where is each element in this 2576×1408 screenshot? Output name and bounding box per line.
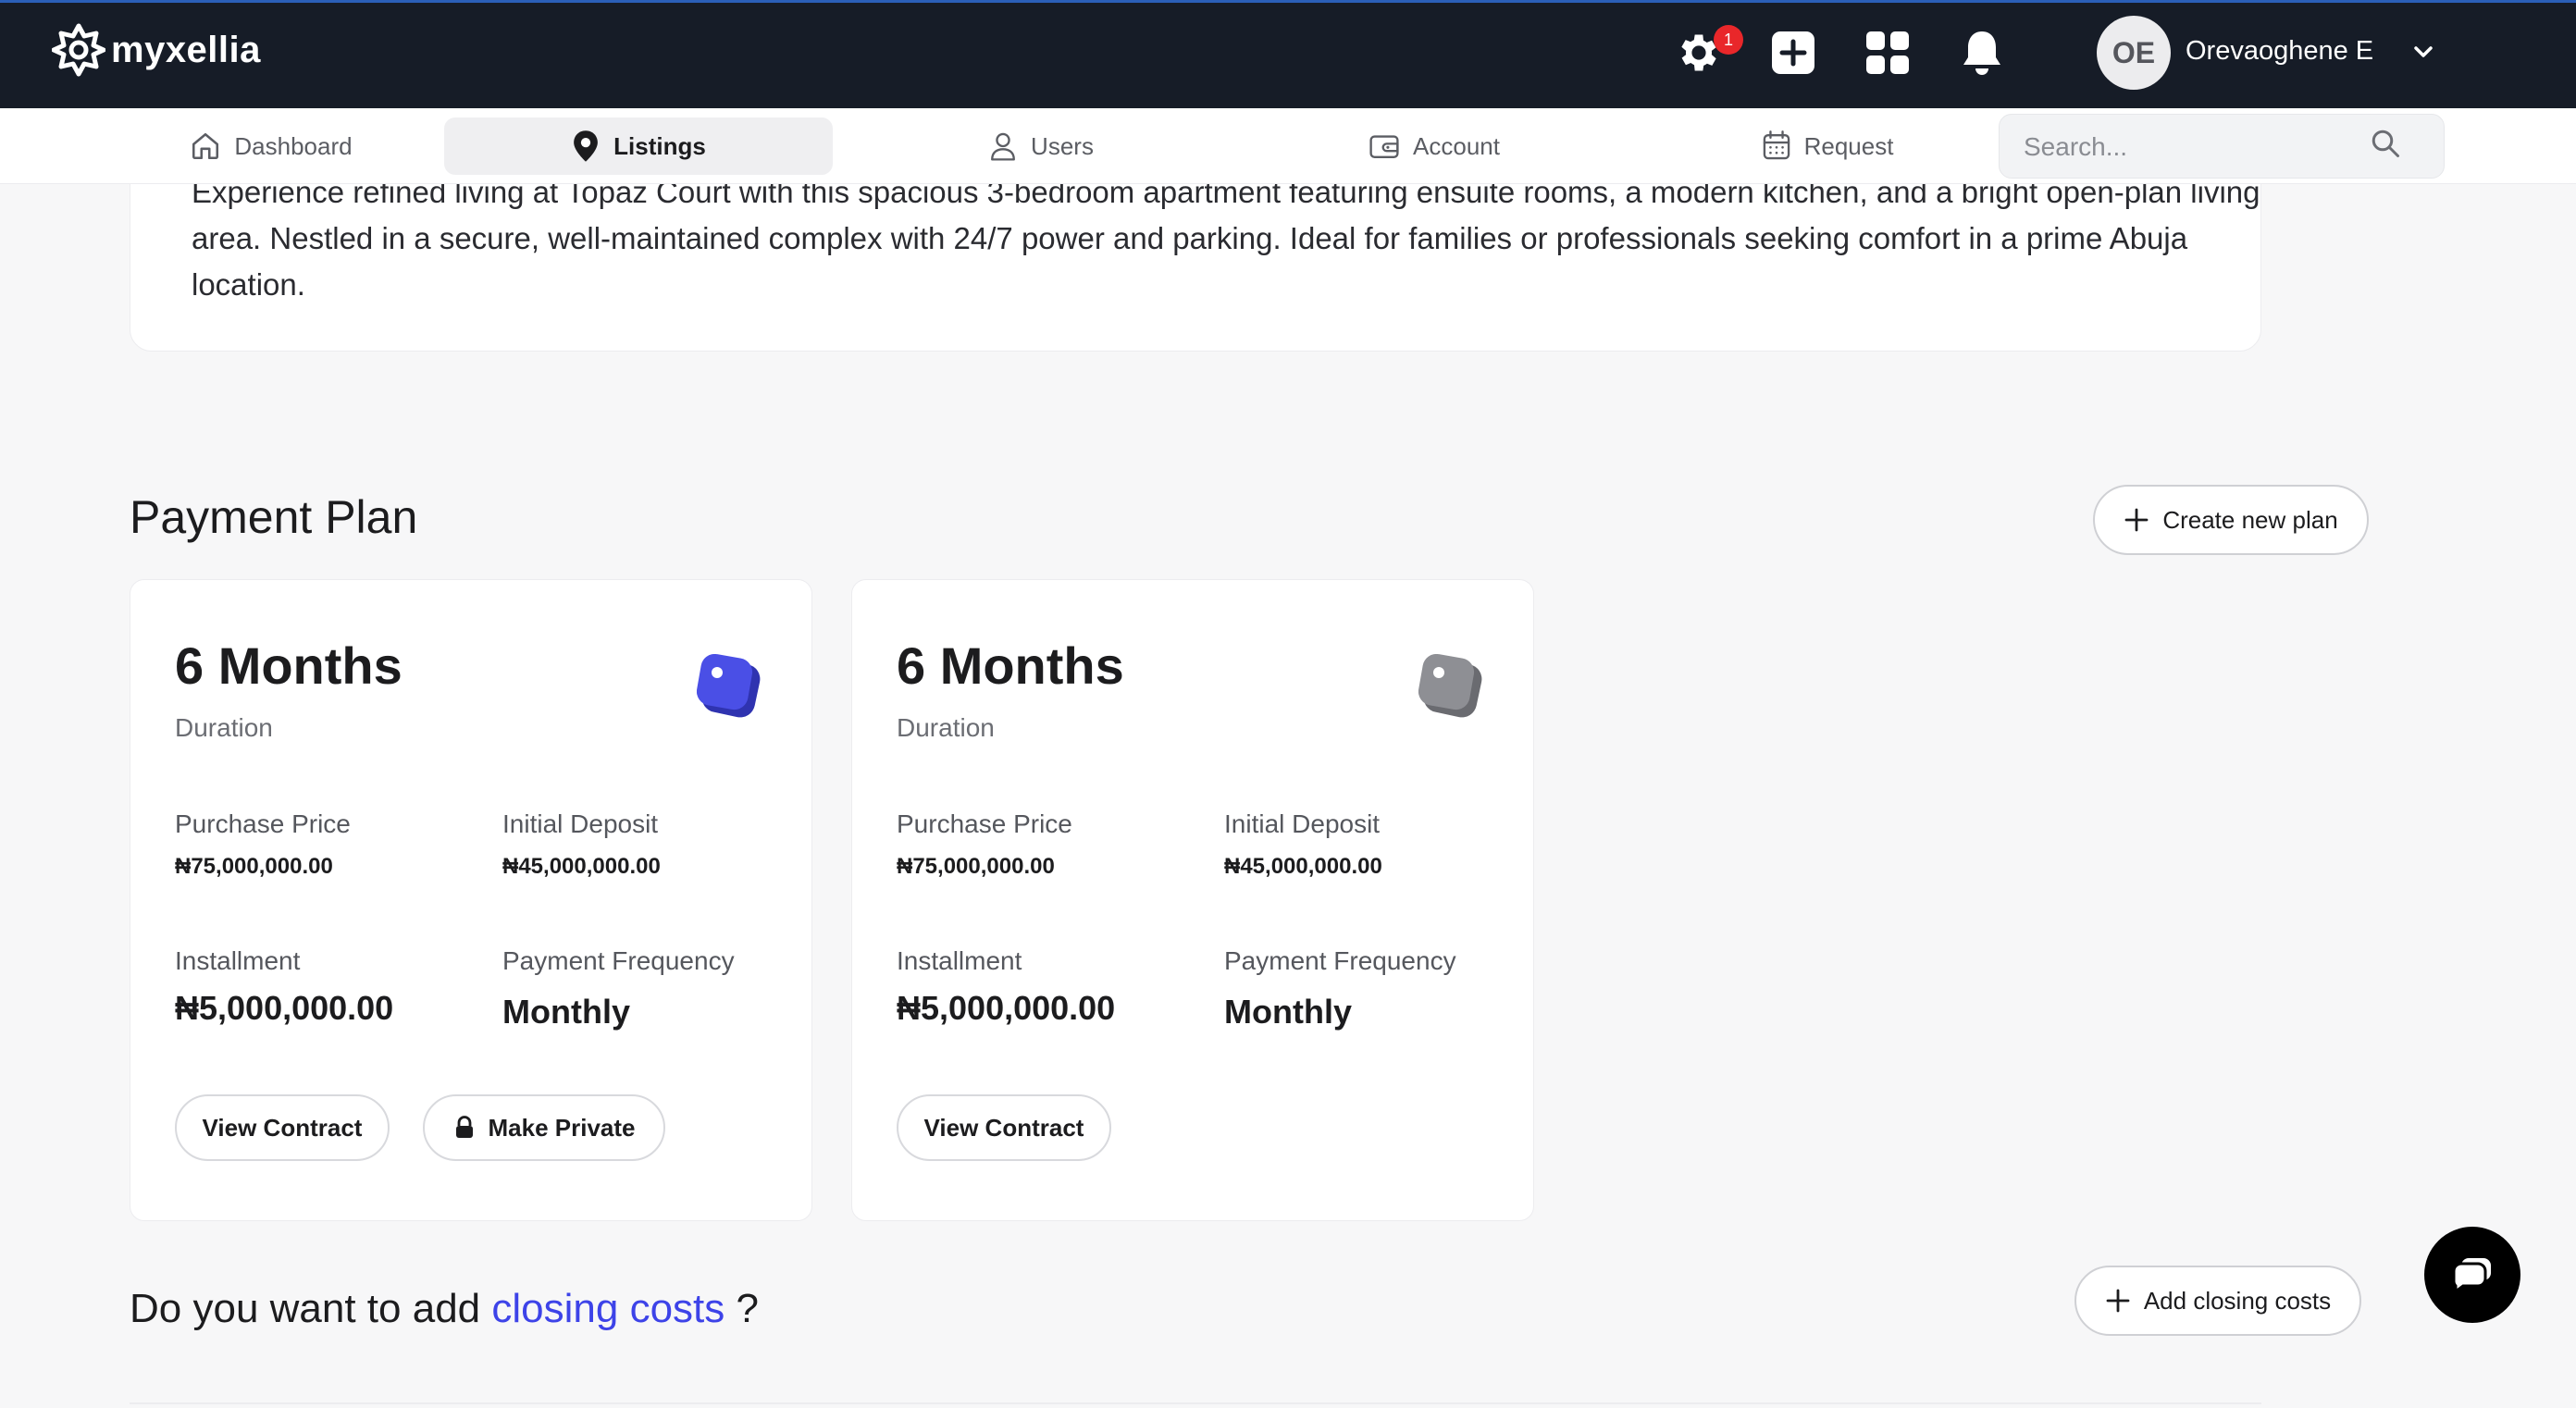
initial-deposit-label: Initial Deposit bbox=[1224, 809, 1381, 838]
plan-duration-value: 6 Months bbox=[897, 636, 1124, 695]
add-closing-costs-button[interactable]: Add closing costs bbox=[2074, 1266, 2361, 1336]
home-icon bbox=[192, 132, 219, 160]
user-name[interactable]: Orevaoghene E bbox=[2186, 36, 2373, 67]
payment-frequency-value: Monthly bbox=[1224, 993, 1352, 1031]
logo-icon bbox=[52, 23, 105, 77]
payment-frequency-value: Monthly bbox=[502, 993, 630, 1031]
nav-item-label: Account bbox=[1413, 131, 1500, 160]
payment-plan-card: 6 Months Duration Purchase Price ₦75,000… bbox=[851, 579, 1534, 1221]
view-contract-label: View Contract bbox=[202, 1113, 363, 1142]
nav-item-label: Users bbox=[1031, 131, 1094, 160]
visibility-toggle-icon[interactable] bbox=[1418, 654, 1483, 721]
closing-costs-suffix: ? bbox=[736, 1286, 759, 1331]
logo[interactable]: myxellia bbox=[52, 23, 261, 77]
nav-item-dashboard[interactable]: Dashboard bbox=[155, 117, 387, 175]
location-pin-icon bbox=[574, 130, 599, 162]
apps-button[interactable] bbox=[1862, 27, 1913, 79]
initial-deposit-value: ₦45,000,000.00 bbox=[502, 854, 661, 879]
add-closing-costs-label: Add closing costs bbox=[2143, 1286, 2332, 1315]
bell-icon bbox=[1963, 31, 2000, 75]
chevron-down-icon[interactable] bbox=[2409, 38, 2437, 66]
make-private-button[interactable]: Make Private bbox=[423, 1094, 665, 1161]
grid-icon bbox=[1866, 31, 1909, 74]
avatar[interactable]: OE bbox=[2097, 16, 2171, 90]
nav-item-label: Request bbox=[1803, 131, 1894, 160]
closing-costs-prefix: Do you want to add bbox=[130, 1286, 481, 1331]
make-private-label: Make Private bbox=[488, 1113, 636, 1142]
view-contract-button[interactable]: View Contract bbox=[897, 1094, 1111, 1161]
plus-icon bbox=[2124, 508, 2149, 532]
add-button[interactable] bbox=[1767, 27, 1819, 79]
installment-value: ₦5,000,000.00 bbox=[897, 989, 1116, 1027]
purchase-price-value: ₦75,000,000.00 bbox=[897, 854, 1055, 879]
installment-label: Installment bbox=[175, 946, 301, 975]
view-contract-button[interactable]: View Contract bbox=[175, 1094, 390, 1161]
calendar-icon bbox=[1763, 130, 1790, 160]
payment-frequency-label: Payment Frequency bbox=[502, 946, 735, 975]
nav-bar: Dashboard Listings Users Account Request bbox=[0, 108, 2576, 184]
user-icon bbox=[991, 132, 1015, 161]
top-bar: myxellia 1 OE Orevaoghene E bbox=[0, 0, 2576, 108]
purchase-price-label: Purchase Price bbox=[175, 809, 351, 838]
plus-square-icon bbox=[1772, 31, 1814, 74]
closing-costs-link[interactable]: closing costs bbox=[491, 1286, 724, 1331]
nav-item-users[interactable]: Users bbox=[962, 117, 1120, 175]
visibility-toggle-icon[interactable] bbox=[697, 654, 762, 721]
chat-icon bbox=[2452, 1258, 2491, 1294]
plan-duration-value: 6 Months bbox=[175, 636, 402, 695]
create-new-plan-button[interactable]: Create new plan bbox=[2093, 485, 2369, 555]
purchase-price-label: Purchase Price bbox=[897, 809, 1072, 838]
closing-costs-question: Do you want to add closing costs ? bbox=[130, 1286, 759, 1332]
payment-frequency-label: Payment Frequency bbox=[1224, 946, 1456, 975]
lock-icon bbox=[455, 1116, 473, 1138]
plan-duration-label: Duration bbox=[175, 713, 273, 742]
nav-item-request[interactable]: Request bbox=[1730, 117, 1925, 175]
nav-item-label: Listings bbox=[613, 131, 706, 160]
nav-item-listings[interactable]: Listings bbox=[444, 117, 833, 175]
plan-duration-label: Duration bbox=[897, 713, 995, 742]
purchase-price-value: ₦75,000,000.00 bbox=[175, 854, 333, 879]
installment-label: Installment bbox=[897, 946, 1022, 975]
initial-deposit-value: ₦45,000,000.00 bbox=[1224, 854, 1382, 879]
notification-badge: 1 bbox=[1714, 25, 1743, 55]
logo-text: myxellia bbox=[111, 29, 261, 70]
installment-value: ₦5,000,000.00 bbox=[175, 989, 394, 1027]
initial-deposit-label: Initial Deposit bbox=[502, 809, 659, 838]
nav-item-label: Dashboard bbox=[234, 131, 353, 160]
divider bbox=[130, 1402, 2261, 1404]
section-title-payment-plan: Payment Plan bbox=[130, 491, 418, 543]
nav-item-account[interactable]: Account bbox=[1332, 117, 1536, 175]
plus-icon bbox=[2106, 1289, 2130, 1313]
chat-button[interactable] bbox=[2424, 1227, 2520, 1323]
payment-plan-card: 6 Months Duration Purchase Price ₦75,000… bbox=[130, 579, 812, 1221]
notifications-button[interactable] bbox=[1956, 27, 2008, 79]
description-text: Experience refined living at Topaz Court… bbox=[192, 175, 2260, 302]
search-input[interactable] bbox=[2024, 128, 2375, 167]
wallet-icon bbox=[1369, 135, 1399, 158]
view-contract-label: View Contract bbox=[923, 1113, 1084, 1142]
search-icon[interactable] bbox=[2369, 127, 2402, 160]
create-new-plan-label: Create new plan bbox=[2162, 505, 2338, 534]
